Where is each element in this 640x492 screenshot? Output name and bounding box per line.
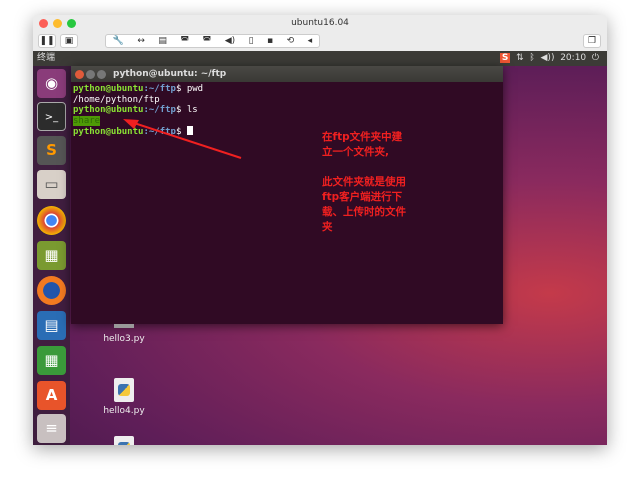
- volume-icon[interactable]: ◀): [225, 35, 235, 47]
- annotation: 在ftp文件夹中建立一个文件夹, 此文件夹就是使用ftp客户端进行下载、上传时的…: [322, 130, 412, 235]
- resize-icon[interactable]: ↔: [137, 35, 145, 47]
- desktop-file[interactable]: [94, 436, 154, 445]
- share-directory: share: [73, 115, 101, 126]
- app-name: 终端: [37, 53, 56, 63]
- hdd-icon[interactable]: ◚: [180, 35, 189, 47]
- terminal-title-bar: python@ubuntu: ~/ftp: [71, 66, 503, 82]
- sogou-icon[interactable]: S: [499, 53, 511, 63]
- annotation-text-2: 此文件夹就是使用ftp客户端进行下载、上传时的文件夹: [322, 176, 406, 233]
- disk-icon[interactable]: ▤: [158, 35, 167, 47]
- toolbar: ❚❚ ▣ 🔧 ↔ ▤ ◚ ◚ ◀) ▯ ▪ ⟲ ◂ ❐: [33, 32, 607, 50]
- close-button[interactable]: [75, 70, 84, 79]
- python-file-icon: [114, 436, 134, 445]
- ubuntu-top-bar: 终端 S ⇅ ᛒ ◀)) 20:10 ⏻: [33, 51, 607, 66]
- window-title: ubuntu16.04: [291, 18, 349, 28]
- close-button[interactable]: [39, 19, 48, 28]
- bluetooth-icon[interactable]: ᛒ: [529, 53, 534, 63]
- usb-icon[interactable]: ▯: [249, 35, 254, 47]
- network-icon[interactable]: ⇅: [516, 53, 524, 63]
- red-arrow: [123, 119, 242, 159]
- desktop: ◉ >_ S ▭ ▦ ▤ ▦ A ≡ python@ubuntu: ~/ftp …: [33, 66, 607, 445]
- chrome-icon[interactable]: [37, 206, 66, 235]
- writer-icon[interactable]: ▤: [37, 311, 66, 340]
- chevron-left-icon[interactable]: ◂: [308, 35, 313, 47]
- terminal-window[interactable]: python@ubuntu: ~/ftp python@ubuntu:~/ftp…: [71, 66, 503, 324]
- save-icon[interactable]: ▪: [267, 35, 273, 47]
- indicators: S ⇅ ᛒ ◀)) 20:10 ⏻: [499, 51, 599, 66]
- prompt: python@ubuntu:~/ftp$ pwd: [73, 84, 204, 94]
- sync-icon[interactable]: ⟲: [287, 35, 295, 47]
- desktop-file-hello3[interactable]: hello3.py: [94, 324, 154, 344]
- dash-icon[interactable]: ◉: [37, 69, 66, 98]
- annotation-text-1: 在ftp文件夹中建立一个文件夹,: [322, 131, 403, 158]
- clock[interactable]: 20:10: [560, 53, 586, 63]
- output-line: /home/python/ftp: [73, 94, 160, 105]
- terminal-title: python@ubuntu: ~/ftp: [113, 69, 227, 79]
- files-icon[interactable]: ▭: [37, 170, 66, 199]
- device-toolbar: 🔧 ↔ ▤ ◚ ◚ ◀) ▯ ▪ ⟲ ◂: [105, 34, 320, 48]
- python-file-icon: [114, 378, 134, 402]
- snapshot-button[interactable]: ▣: [60, 34, 78, 48]
- minimize-button[interactable]: [53, 19, 62, 28]
- maximize-button[interactable]: [97, 70, 106, 79]
- hdd2-icon[interactable]: ◚: [203, 35, 212, 47]
- title-bar: ubuntu16.04: [33, 15, 607, 32]
- restore-button[interactable]: ❐: [583, 34, 601, 48]
- minimize-button[interactable]: [86, 70, 95, 79]
- volume-icon[interactable]: ◀)): [541, 53, 555, 63]
- launcher: ◉ >_ S ▭ ▦ ▤ ▦ A ≡: [33, 66, 70, 445]
- firefox-icon[interactable]: [37, 276, 66, 305]
- more-apps-icon[interactable]: ≡: [37, 414, 66, 443]
- vm-window: ubuntu16.04 ❚❚ ▣ 🔧 ↔ ▤ ◚ ◚ ◀) ▯ ▪ ⟲ ◂ ❐ 终端 S ⇅ ᛒ …: [33, 15, 607, 445]
- sublime-icon[interactable]: S: [37, 136, 66, 165]
- desktop-file-hello4[interactable]: hello4.py: [94, 378, 154, 416]
- books-icon[interactable]: ▦: [37, 241, 66, 270]
- wrench-icon[interactable]: 🔧: [113, 35, 124, 47]
- terminal-icon[interactable]: >_: [37, 102, 66, 131]
- software-center-icon[interactable]: A: [37, 381, 66, 410]
- zoom-button[interactable]: [67, 19, 76, 28]
- calc-icon[interactable]: ▦: [37, 346, 66, 375]
- power-icon[interactable]: ⏻: [592, 53, 599, 63]
- pause-button[interactable]: ❚❚: [38, 34, 56, 48]
